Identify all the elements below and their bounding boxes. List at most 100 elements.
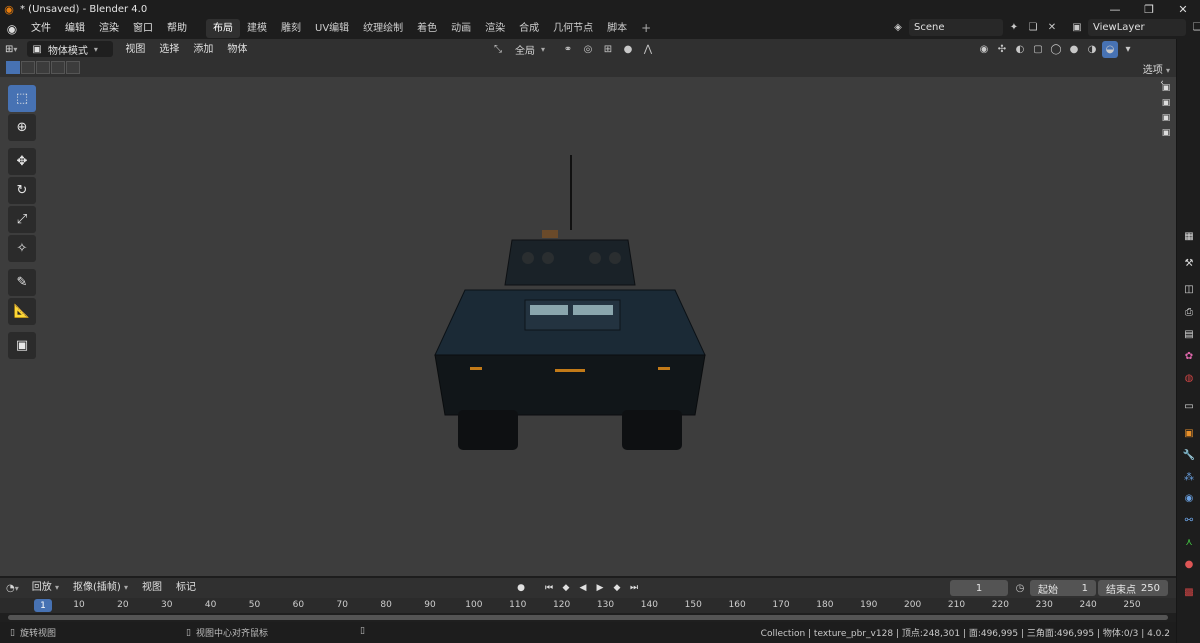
menu-marker[interactable]: 标记 — [169, 578, 203, 598]
menu-timeline-view[interactable]: 视图 — [135, 578, 169, 598]
scene-properties-icon[interactable]: ✿ — [1182, 349, 1196, 363]
menu-playback[interactable]: 回放 ▾ — [25, 578, 66, 598]
view-layer-properties-icon[interactable]: ▤ — [1182, 327, 1196, 341]
current-frame-field[interactable]: 1 — [950, 580, 1008, 596]
blender-menu-icon[interactable]: ◉ — [0, 22, 24, 36]
shading-options-icon[interactable]: ▾ — [1120, 41, 1136, 58]
select-box-tool-icon[interactable]: ⬚ — [8, 85, 36, 112]
menu-select[interactable]: 选择 — [152, 39, 186, 60]
scene-field[interactable]: Scene — [909, 19, 1003, 36]
end-frame-field[interactable]: 结束点 250 — [1098, 580, 1168, 596]
material-shading-icon[interactable]: ◑ — [1084, 41, 1100, 58]
tool-properties-icon[interactable]: ⚒ — [1182, 256, 1196, 270]
3d-viewport[interactable]: ⬚ ⊕ ✥ ↻ ⤢ ✧ ✎ 📐 ▣ ‹ ▣ ▣ ▣ ▣ — [0, 77, 1176, 576]
menu-keying[interactable]: 抠像(插帧) ▾ — [66, 578, 135, 598]
mode-selector[interactable]: ▣ 物体模式 ▾ — [22, 39, 118, 59]
material-properties-icon[interactable]: ● — [1182, 557, 1196, 571]
camera-icon[interactable]: ▣ — [1160, 127, 1172, 138]
object-properties-icon[interactable]: ▣ — [1182, 426, 1196, 440]
select-new-icon[interactable] — [6, 61, 20, 74]
cursor-tool-icon[interactable]: ⊕ — [8, 114, 36, 141]
view-layer-icon[interactable]: ▣ — [1069, 19, 1085, 36]
tab-uv-editing[interactable]: UV编辑 — [308, 19, 356, 38]
measure-tool-icon[interactable]: 📐 — [8, 298, 36, 325]
camera-icon[interactable]: ▣ — [1160, 97, 1172, 108]
camera-icon[interactable]: ▣ — [1160, 82, 1172, 93]
rendered-shading-icon[interactable]: ◒ — [1102, 41, 1118, 58]
jump-end-icon[interactable]: ⏭ — [627, 580, 641, 595]
overlay-icon[interactable]: ◐ — [1012, 41, 1028, 58]
menu-edit[interactable]: 编辑 — [58, 18, 92, 39]
physics-properties-icon[interactable]: ◉ — [1182, 491, 1196, 505]
tab-layout[interactable]: 布局 — [206, 19, 240, 38]
render-properties-icon[interactable]: ◫ — [1182, 282, 1196, 296]
play-icon[interactable]: ▶ — [593, 580, 607, 595]
tab-modeling[interactable]: 建模 — [240, 19, 274, 38]
rotate-tool-icon[interactable]: ↻ — [8, 177, 36, 204]
new-scene-icon[interactable]: ❏ — [1025, 19, 1041, 36]
menu-add[interactable]: 添加 — [186, 39, 220, 60]
new-view-layer-icon[interactable]: ❏ — [1189, 19, 1200, 36]
tab-texture-paint[interactable]: 纹理绘制 — [356, 19, 410, 38]
play-reverse-icon[interactable]: ◀ — [576, 580, 590, 595]
modifier-properties-icon[interactable]: 🔧 — [1182, 448, 1196, 462]
menu-file[interactable]: 文件 — [24, 18, 58, 39]
select-invert-icon[interactable] — [51, 61, 65, 74]
options-dropdown[interactable]: 选项 ▾ — [1143, 61, 1170, 76]
orientation-dropdown[interactable]: 全局 ▾ — [510, 42, 556, 58]
tab-compositing[interactable]: 合成 — [512, 19, 546, 38]
select-subtract-icon[interactable] — [36, 61, 50, 74]
tab-rendering[interactable]: 渲染 — [478, 19, 512, 38]
collection-properties-icon[interactable]: ▭ — [1182, 399, 1196, 413]
visibility-icon[interactable]: ◉ — [976, 41, 992, 58]
view-layer-field[interactable]: ViewLayer — [1088, 19, 1186, 36]
output-properties-icon[interactable]: ⎙ — [1182, 305, 1196, 319]
move-tool-icon[interactable]: ✥ — [8, 148, 36, 175]
playhead[interactable]: 1 — [34, 599, 52, 612]
tab-shading[interactable]: 着色 — [410, 19, 444, 38]
minimize-icon[interactable]: — — [1098, 0, 1132, 18]
menu-render[interactable]: 渲染 — [92, 18, 126, 39]
wireframe-shading-icon[interactable]: ◯ — [1048, 41, 1064, 58]
falloff-icon[interactable]: ⋀ — [640, 41, 656, 58]
solid-shading-icon[interactable]: ● — [1066, 41, 1082, 58]
add-workspace-button[interactable]: + — [634, 19, 658, 38]
scale-tool-icon[interactable]: ⤢ — [8, 206, 36, 233]
tab-scripting[interactable]: 脚本 — [600, 19, 634, 38]
clock-icon[interactable]: ◷ — [1012, 580, 1028, 597]
tab-sculpting[interactable]: 雕刻 — [274, 19, 308, 38]
world-properties-icon[interactable]: ◍ — [1182, 371, 1196, 385]
next-keyframe-icon[interactable]: ◆ — [610, 580, 624, 595]
menu-object[interactable]: 物体 — [220, 39, 254, 60]
particles-properties-icon[interactable]: ⁂ — [1182, 470, 1196, 484]
tab-animation[interactable]: 动画 — [444, 19, 478, 38]
pin-icon[interactable]: ✦ — [1006, 19, 1022, 36]
close-icon[interactable]: ✕ — [1166, 0, 1200, 18]
frame-ruler[interactable]: 1 10 20 30 40 50 60 70 80 90 100 110 120 130 140 150 16… — [0, 598, 1176, 613]
menu-view[interactable]: 视图 — [118, 39, 152, 60]
record-icon[interactable]: ● — [514, 580, 528, 595]
texture-properties-icon[interactable]: ▩ — [1182, 585, 1196, 599]
proportional-edit-icon[interactable]: ● — [620, 41, 636, 58]
select-intersect-icon[interactable] — [66, 61, 80, 74]
delete-scene-icon[interactable]: ✕ — [1044, 19, 1060, 36]
editor-type-icon[interactable]: ⊞ ▾ — [0, 39, 22, 59]
camera-icon[interactable]: ▣ — [1160, 112, 1172, 123]
start-frame-field[interactable]: 起始 1 — [1030, 580, 1096, 596]
scrollbar-thumb[interactable] — [8, 615, 1168, 620]
menu-window[interactable]: 窗口 — [126, 18, 160, 39]
gizmo-icon[interactable]: ✣ — [994, 41, 1010, 58]
prev-keyframe-icon[interactable]: ◆ — [559, 580, 573, 595]
timeline-scrollbar[interactable] — [0, 613, 1176, 622]
orientation-icon[interactable]: ⤡ — [490, 41, 506, 58]
transform-tool-icon[interactable]: ✧ — [8, 235, 36, 262]
snap-icon[interactable]: ◎ — [580, 41, 596, 58]
armored-vehicle-model[interactable] — [420, 155, 720, 455]
constraints-properties-icon[interactable]: ⚯ — [1182, 513, 1196, 527]
snap-target-icon[interactable]: ⊞ — [600, 41, 616, 58]
properties-editor-icon[interactable]: ▦ — [1182, 229, 1196, 243]
scene-icon[interactable]: ◈ — [890, 19, 906, 36]
tab-geometry-nodes[interactable]: 几何节点 — [546, 19, 600, 38]
maximize-icon[interactable]: ❐ — [1132, 0, 1166, 18]
select-extend-icon[interactable] — [21, 61, 35, 74]
